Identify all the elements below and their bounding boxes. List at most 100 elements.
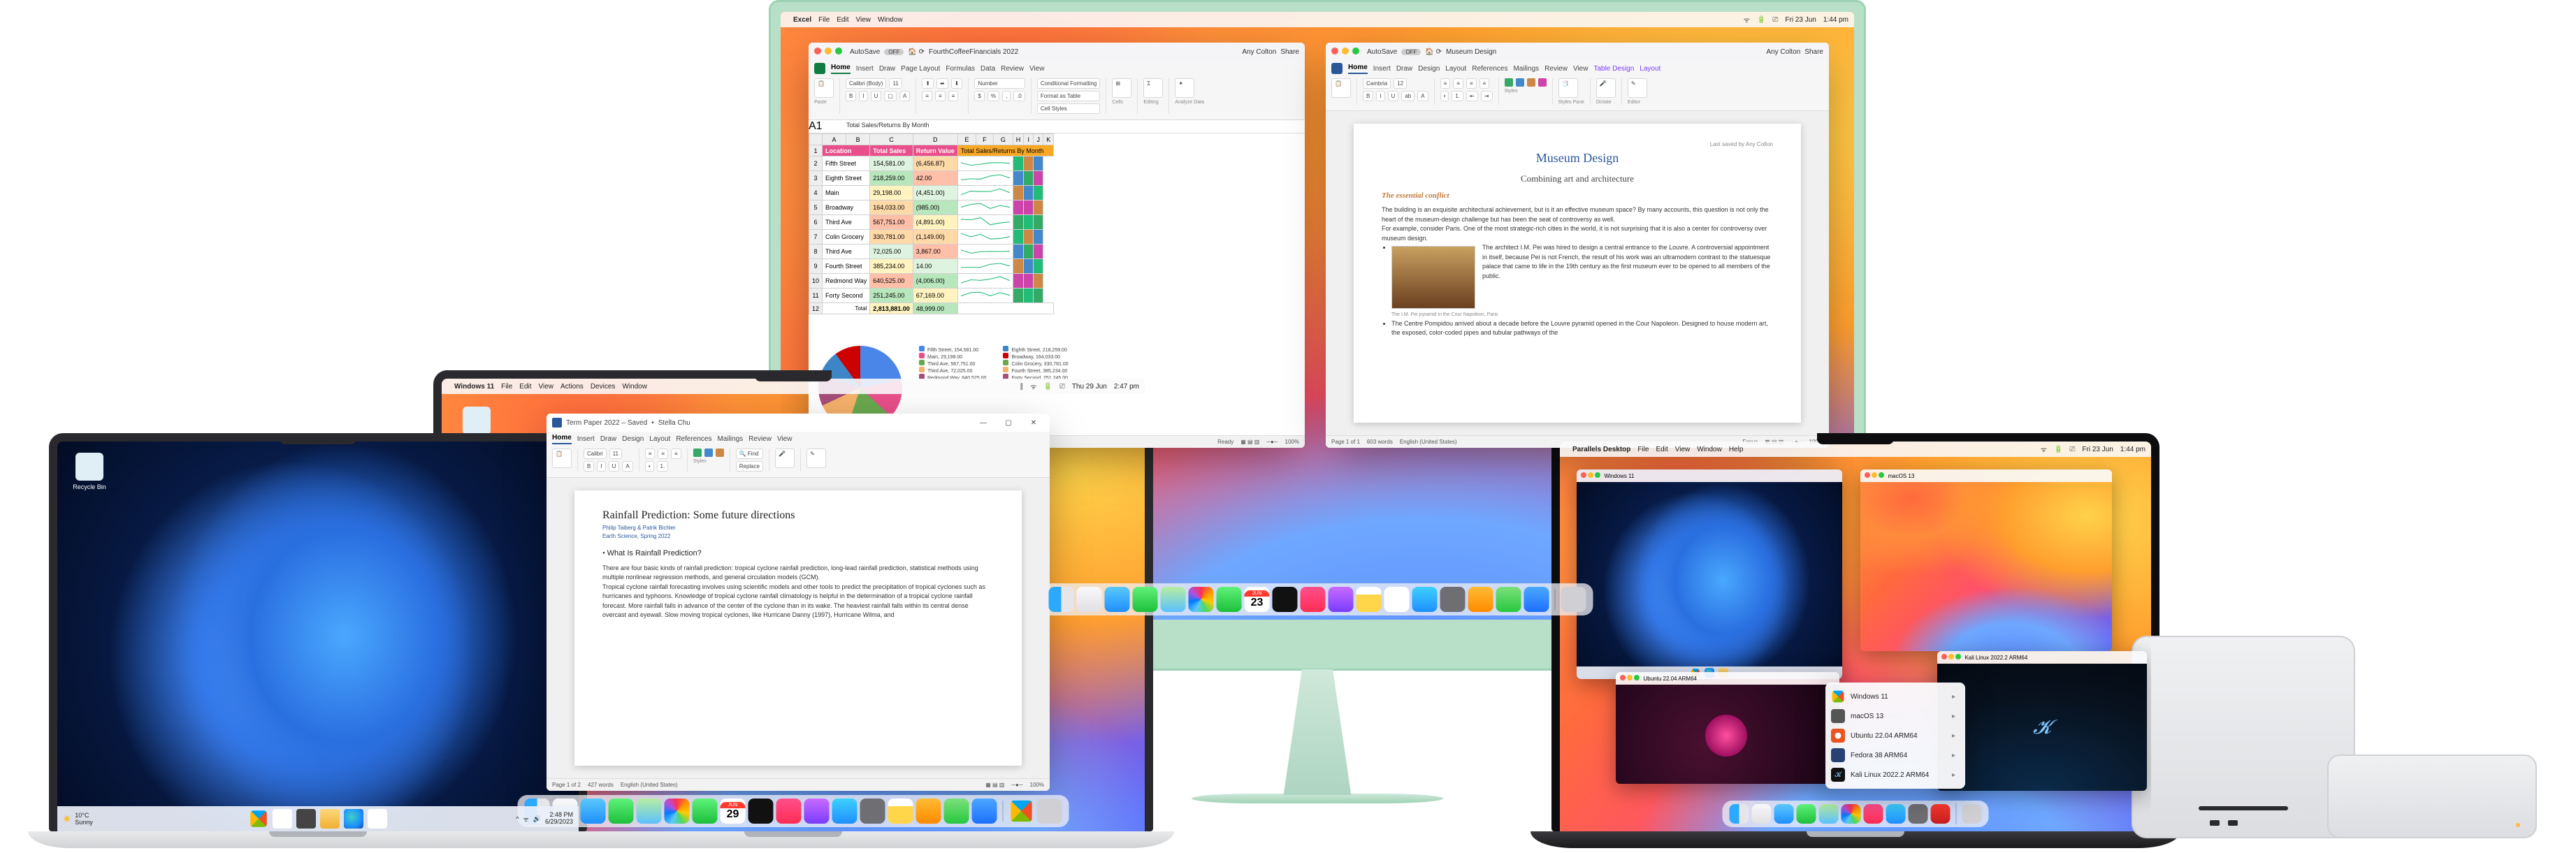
dock[interactable]: JUN29: [518, 795, 1069, 827]
menu-edit[interactable]: Edit: [837, 16, 848, 24]
dock-keynote[interactable]: [1524, 587, 1549, 612]
table-row[interactable]: 11Forty Second251,245.0067,169.00: [809, 289, 1054, 303]
paste-button[interactable]: 📋: [814, 78, 834, 98]
dock-numbers[interactable]: [1496, 587, 1521, 612]
cc-item-macos[interactable]: macOS 13▸: [1825, 706, 1965, 726]
autosave-toggle[interactable]: OFF: [1401, 49, 1421, 55]
analyze-button[interactable]: ✦: [1175, 78, 1194, 98]
vm-window-macos[interactable]: macOS 13: [1860, 469, 2112, 651]
dock-facetime[interactable]: [1217, 587, 1242, 612]
taskbar-store[interactable]: [368, 809, 387, 829]
tab-insert[interactable]: Insert: [856, 65, 874, 73]
fill-color-button[interactable]: ▢: [884, 91, 897, 101]
name-box[interactable]: A1: [809, 120, 842, 133]
font-color-button[interactable]: A: [899, 91, 910, 101]
menubar-time[interactable]: 1:44 pm: [1823, 16, 1848, 24]
menubar-app-name[interactable]: Excel: [793, 16, 811, 24]
cc-item-fedora[interactable]: Fedora 38 ARM64▸: [1825, 745, 1965, 765]
menubar-date[interactable]: Fri 23 Jun: [1785, 16, 1816, 24]
windows-taskbar[interactable]: ☀️ 10°CSunny ^ᯤ🔊 2:48 PM6/29/2023: [57, 806, 579, 831]
dock-mail[interactable]: [1105, 587, 1130, 612]
dock-settings[interactable]: [1440, 587, 1466, 612]
dock-podcasts[interactable]: [1329, 587, 1354, 612]
wifi-icon[interactable]: ᯤ: [1744, 15, 1750, 24]
underline-button[interactable]: U: [871, 91, 882, 101]
table-row[interactable]: 10Redmond Way640,525.00(4,006.00): [809, 274, 1054, 289]
font-size-select[interactable]: 11: [889, 78, 902, 89]
conditional-formatting-button[interactable]: Conditional Formatting: [1037, 78, 1100, 89]
dock-notes[interactable]: [1356, 587, 1382, 612]
cc-item-kali[interactable]: 𝓚Kali Linux 2022.2 ARM64▸: [1825, 765, 1965, 785]
tab-page-layout[interactable]: Page Layout: [901, 65, 940, 73]
tab-draw[interactable]: Draw: [879, 65, 895, 73]
traffic-lights[interactable]: [1331, 48, 1363, 57]
taskbar-widget[interactable]: ☀️ 10°CSunny: [63, 812, 93, 826]
share-button[interactable]: Share: [1804, 48, 1823, 56]
parallels-menu-icon[interactable]: ∥: [1020, 383, 1023, 391]
dock-photos[interactable]: [1189, 587, 1214, 612]
formula-bar[interactable]: Total Sales/Returns By Month: [842, 120, 1305, 133]
tab-home[interactable]: Home: [1348, 64, 1368, 74]
dock[interactable]: JUN23: [1042, 583, 1593, 615]
dock-messages[interactable]: [1133, 587, 1158, 612]
system-tray[interactable]: ^ᯤ🔊 2:48 PM6/29/2023: [516, 812, 573, 826]
table-row[interactable]: 8Third Ave72,025.003,867.00: [809, 245, 1054, 259]
table-row[interactable]: 5Broadway164,033.00(985.00): [809, 201, 1054, 215]
taskbar-search[interactable]: [273, 809, 292, 829]
taskbar-edge[interactable]: [344, 809, 363, 829]
maximize-button[interactable]: ▢: [998, 419, 1019, 427]
start-button[interactable]: [249, 809, 268, 829]
vm-window-ubuntu[interactable]: Ubuntu 22.04 ARM64: [1616, 672, 1839, 784]
dock-parallels[interactable]: [1931, 804, 1951, 824]
dock-trash[interactable]: [1561, 587, 1586, 612]
word-window-museum[interactable]: AutoSave OFF 🏠 ⟳ Museum Design Any Colto…: [1326, 43, 1829, 448]
cc-item-ubuntu[interactable]: Ubuntu 22.04 ARM64▸: [1825, 726, 1965, 745]
dock[interactable]: [1723, 801, 1989, 827]
dock-calendar[interactable]: JUN23: [1245, 587, 1270, 612]
table-row[interactable]: 9Fourth Street385,234.0014.00: [809, 259, 1054, 274]
traffic-lights[interactable]: [814, 48, 846, 57]
dock-music[interactable]: [1301, 587, 1326, 612]
close-button[interactable]: ✕: [1023, 419, 1044, 427]
word-window-rainfall[interactable]: Term Paper 2022 – Saved • Stella Chu — ▢…: [547, 414, 1050, 791]
mac-menubar[interactable]: Excel File Edit View Window ᯤ 🔋 ⎚ Fri 23…: [781, 12, 1854, 27]
parallels-control-center[interactable]: Windows 11▸ macOS 13▸ Ubuntu 22.04 ARM64…: [1825, 683, 1965, 789]
tab-data[interactable]: Data: [981, 65, 995, 73]
table-row[interactable]: 3Eighth Street218,259.0042.00: [809, 171, 1054, 186]
number-format-select[interactable]: Number: [974, 78, 1025, 89]
menu-window[interactable]: Window: [878, 16, 903, 24]
excel-user[interactable]: Any Colton: [1242, 48, 1276, 56]
font-family-select[interactable]: Calibri (Body): [846, 78, 886, 89]
recycle-bin-icon[interactable]: Recycle Bin: [68, 453, 110, 490]
taskbar-explorer[interactable]: [320, 809, 340, 829]
share-button[interactable]: Share: [1280, 48, 1299, 56]
tab-home[interactable]: Home: [831, 64, 851, 74]
menu-file[interactable]: File: [818, 16, 830, 24]
dock-appstore[interactable]: [1412, 587, 1438, 612]
vm-window-windows11[interactable]: Windows 11: [1577, 469, 1842, 679]
cells-button[interactable]: ⊞: [1112, 78, 1131, 98]
dock-tv[interactable]: [1273, 587, 1298, 612]
dock-windows-vm[interactable]: [1009, 799, 1034, 824]
bold-button[interactable]: B: [846, 91, 856, 101]
zoom-slider[interactable]: ─●─: [1266, 439, 1278, 445]
tab-view[interactable]: View: [1029, 65, 1045, 73]
task-view[interactable]: [296, 809, 316, 829]
table-row[interactable]: 7Colin Grocery330,781.00(1,149.00): [809, 230, 1054, 245]
table-row[interactable]: 6Third Ave567,751.00(4,891.00): [809, 215, 1054, 230]
tab-review[interactable]: Review: [1001, 65, 1024, 73]
dock-maps[interactable]: [1161, 587, 1186, 612]
table-row[interactable]: 2Fifth Street154,581.00(6,456.87): [809, 156, 1054, 171]
autosave-toggle[interactable]: OFF: [884, 49, 904, 55]
align-top[interactable]: ⬆: [922, 78, 934, 89]
menu-view[interactable]: View: [856, 16, 871, 24]
format-as-table-button[interactable]: Format as Table: [1037, 91, 1100, 101]
table-row[interactable]: 4Main29,198.00(4,451.00): [809, 186, 1054, 201]
italic-button[interactable]: I: [859, 91, 867, 101]
minimize-button[interactable]: —: [973, 419, 994, 427]
dock-finder[interactable]: [1049, 587, 1074, 612]
dock-pages[interactable]: [1468, 587, 1493, 612]
tab-formulas[interactable]: Formulas: [946, 65, 975, 73]
dock-reminders[interactable]: [1384, 587, 1410, 612]
battery-icon[interactable]: 🔋: [1757, 16, 1765, 24]
